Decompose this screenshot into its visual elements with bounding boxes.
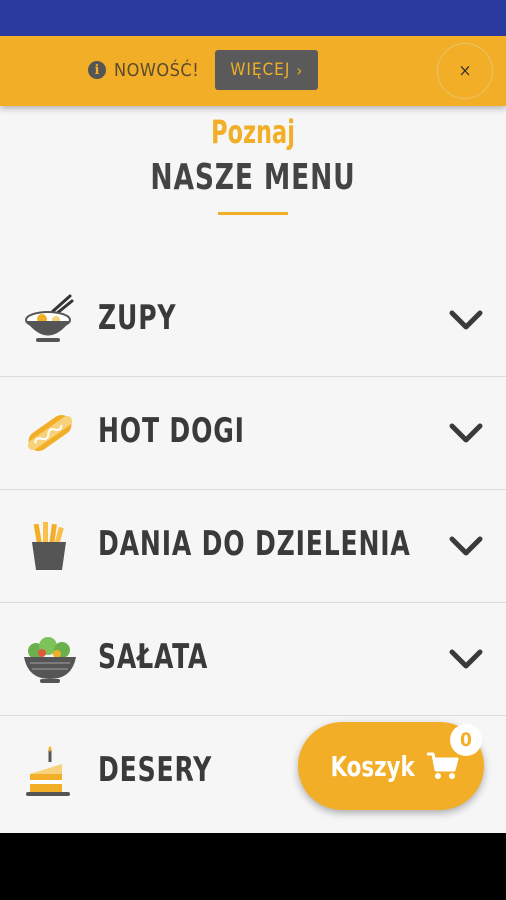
menu-category-salata[interactable]: SAŁATA <box>0 603 506 716</box>
shopping-cart-icon <box>426 752 459 779</box>
more-button-label: WIĘCEJ <box>230 60 291 80</box>
news-banner: i NOWOŚĆ! WIĘCEJ › × <box>0 36 506 106</box>
more-button[interactable]: WIĘCEJ › <box>215 50 319 90</box>
chevron-down-icon[interactable] <box>448 421 484 445</box>
menu-category-dania-do-dzielenia[interactable]: DANIA DO DZIELENIA <box>0 490 506 603</box>
chevron-right-icon: › <box>296 60 304 80</box>
cart-button[interactable]: Koszyk 0 <box>298 722 484 810</box>
salad-bowl-icon <box>24 637 76 683</box>
menu-page: i NOWOŚĆ! WIĘCEJ › × Poznaj NASZE MENU Z… <box>0 36 506 833</box>
menu-subtitle: Poznaj <box>211 113 295 151</box>
news-banner-content: i NOWOŚĆ! WIĘCEJ › <box>88 50 319 90</box>
menu-category-label: ZUPY <box>98 298 177 338</box>
menu-header: Poznaj NASZE MENU <box>0 114 506 215</box>
cart-label: Koszyk <box>330 749 416 783</box>
close-banner-button[interactable]: × <box>437 43 493 99</box>
hot-dog-icon <box>27 414 73 452</box>
fries-icon <box>32 522 66 570</box>
menu-category-label: DESERY <box>98 750 213 790</box>
news-label: NOWOŚĆ! <box>114 59 200 81</box>
menu-category-label: SAŁATA <box>98 637 209 677</box>
chevron-down-icon[interactable] <box>448 308 484 332</box>
info-circle-icon: i <box>88 61 106 79</box>
soup-bowl-icon <box>25 294 74 342</box>
chevron-down-icon[interactable] <box>448 534 484 558</box>
menu-category-hot-dogi[interactable]: HOT DOGI <box>0 377 506 490</box>
close-icon: × <box>458 61 472 81</box>
cake-slice-icon <box>26 746 70 796</box>
chevron-down-icon[interactable] <box>448 647 484 671</box>
title-divider <box>218 212 288 215</box>
status-bar <box>0 0 506 36</box>
cart-count-badge: 0 <box>450 724 482 756</box>
menu-category-zupy[interactable]: ZUPY <box>0 264 506 377</box>
page-title: NASZE MENU <box>150 157 356 198</box>
navigation-bar <box>0 833 506 900</box>
menu-category-label: DANIA DO DZIELENIA <box>98 524 411 564</box>
menu-category-label: HOT DOGI <box>98 411 245 451</box>
